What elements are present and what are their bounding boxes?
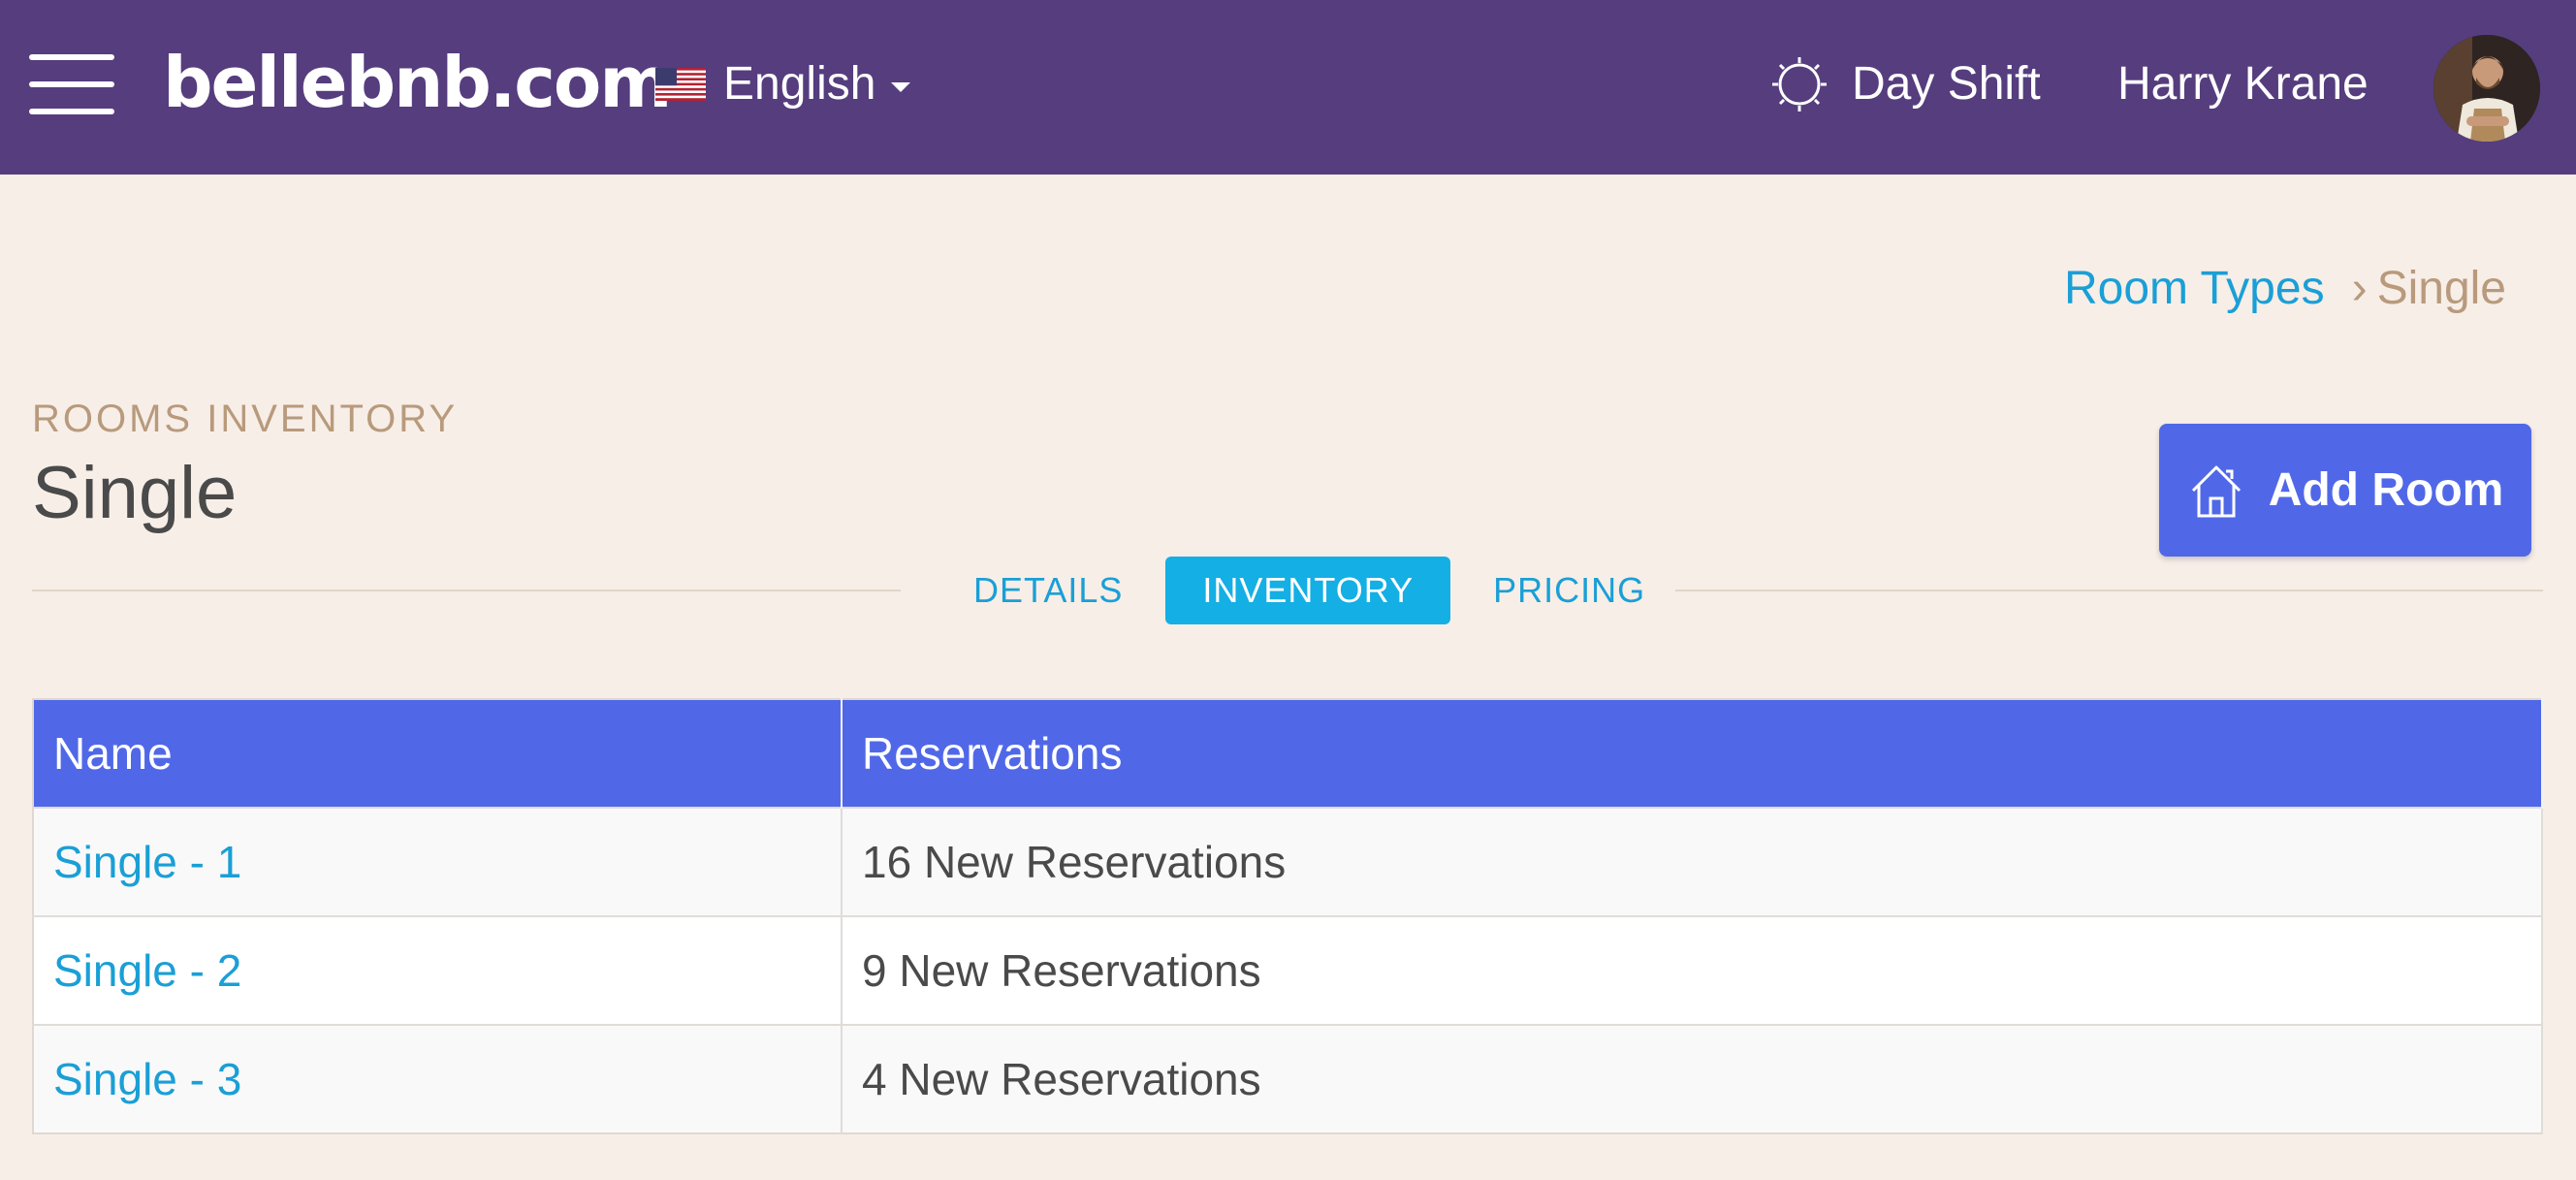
table-row: Single - 2 9 New Reservations bbox=[33, 915, 2543, 1025]
top-bar: bellebnb.com English Day Shift Harry Kra… bbox=[0, 0, 2576, 175]
rooms-table: Name Reservations Single - 1 16 New Rese… bbox=[32, 698, 2543, 1134]
avatar[interactable] bbox=[2433, 35, 2540, 142]
table-row: Single - 3 4 New Reservations bbox=[33, 1024, 2543, 1133]
sun-icon bbox=[1772, 57, 1827, 112]
room-link[interactable]: Single - 1 bbox=[53, 837, 241, 887]
tab-details[interactable]: DETAILS bbox=[946, 557, 1150, 624]
reservations-cell: 4 New Reservations bbox=[842, 1024, 2543, 1133]
column-header-reservations: Reservations bbox=[842, 699, 2543, 808]
logo[interactable]: bellebnb.com bbox=[163, 39, 672, 126]
tab-bar: DETAILS INVENTORY PRICING bbox=[946, 557, 1672, 624]
room-link[interactable]: Single - 2 bbox=[53, 945, 241, 996]
tab-divider-right bbox=[1675, 590, 2543, 591]
chevron-down-icon bbox=[891, 82, 911, 92]
page-eyebrow: ROOMS INVENTORY bbox=[32, 398, 459, 440]
room-name-cell: Single - 1 bbox=[33, 807, 843, 916]
us-flag-icon bbox=[655, 68, 706, 101]
hamburger-menu-icon[interactable] bbox=[29, 54, 116, 114]
breadcrumb-current: Single bbox=[2376, 263, 2506, 314]
language-label: English bbox=[723, 58, 876, 110]
room-name-cell: Single - 3 bbox=[33, 1024, 843, 1133]
table-row: Single - 1 16 New Reservations bbox=[33, 807, 2543, 916]
tab-divider-left bbox=[32, 590, 901, 591]
shift-toggle[interactable]: Day Shift bbox=[1770, 50, 2041, 118]
reservations-cell: 9 New Reservations bbox=[842, 915, 2543, 1025]
house-icon bbox=[2191, 465, 2241, 517]
add-room-button[interactable]: Add Room bbox=[2159, 424, 2531, 557]
room-name-cell: Single - 2 bbox=[33, 915, 843, 1025]
reservations-cell: 16 New Reservations bbox=[842, 807, 2543, 916]
page-title: Single bbox=[32, 452, 238, 534]
room-link[interactable]: Single - 3 bbox=[53, 1054, 241, 1104]
tab-inventory[interactable]: INVENTORY bbox=[1165, 557, 1451, 624]
add-room-label: Add Room bbox=[2268, 464, 2504, 516]
table-header-row: Name Reservations bbox=[33, 699, 2543, 808]
breadcrumb: Room Types › Single bbox=[2064, 258, 2506, 320]
breadcrumb-separator: › bbox=[2351, 263, 2368, 314]
user-name[interactable]: Harry Krane bbox=[2117, 50, 2369, 118]
tab-pricing[interactable]: PRICING bbox=[1466, 557, 1672, 624]
language-selector[interactable]: English bbox=[655, 50, 911, 118]
breadcrumb-room-types[interactable]: Room Types bbox=[2064, 258, 2325, 320]
shift-label: Day Shift bbox=[1852, 58, 2041, 110]
column-header-name: Name bbox=[33, 699, 843, 808]
